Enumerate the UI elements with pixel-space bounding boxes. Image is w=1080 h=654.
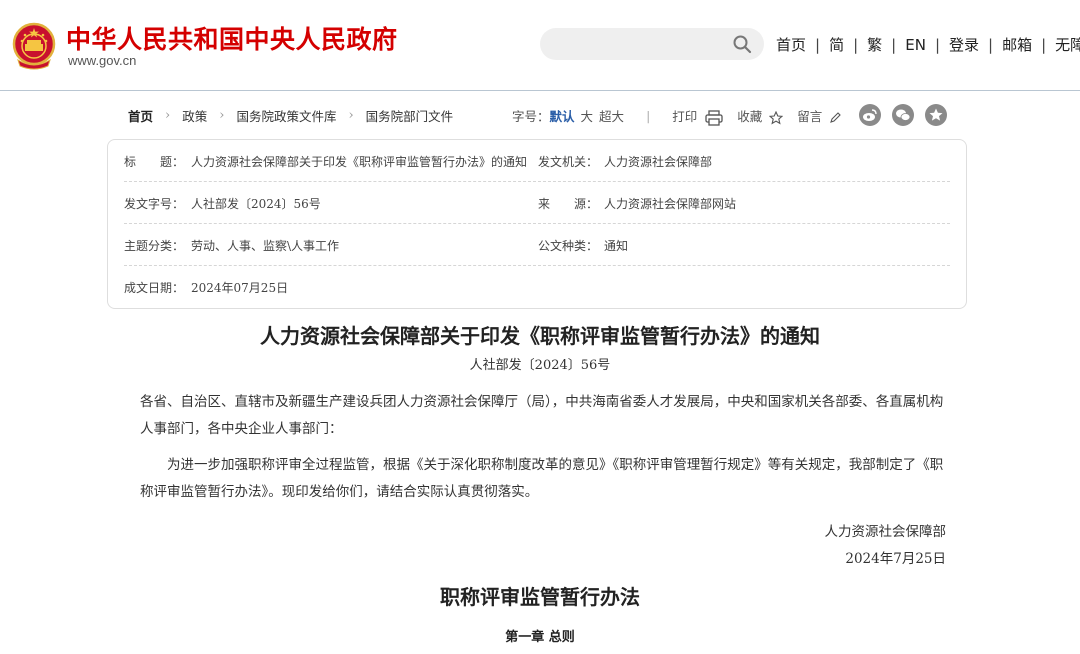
pencil-icon: [830, 111, 842, 123]
document-metadata-panel: 标 题： 人力资源社会保障部关于印发《职称评审监管暂行办法》的通知 发文机关： …: [107, 139, 967, 309]
comment-button[interactable]: 留言: [797, 106, 842, 125]
comment-label: 留言: [797, 109, 823, 125]
chevron-right-icon: ›: [219, 108, 225, 123]
national-emblem-icon[interactable]: [12, 22, 56, 70]
chapter-heading: 第一章 总则: [505, 630, 575, 645]
meta-category-value: 劳动、人事、监察\人事工作: [191, 239, 340, 253]
top-nav: 首页 | 简 | 繁 | EN | 登录 | 邮箱 | 无障碍: [776, 34, 1080, 55]
nav-divider: |: [934, 35, 940, 54]
star-icon[interactable]: [925, 104, 947, 126]
nav-login[interactable]: 登录: [949, 34, 979, 55]
nav-divider: |: [815, 35, 821, 54]
meta-source-value: 人力资源社会保障部网站: [604, 197, 737, 211]
meta-issuer-label: 发文机关：: [538, 155, 599, 169]
meta-category-label: 主题分类：: [124, 239, 185, 253]
nav-divider: |: [1041, 35, 1047, 54]
nav-home[interactable]: 首页: [776, 34, 806, 55]
meta-issuer-value: 人力资源社会保障部: [604, 155, 713, 169]
article-signer: 人力资源社会保障部: [824, 524, 947, 540]
site-url[interactable]: www.gov.cn: [68, 53, 136, 68]
nav-english[interactable]: EN: [905, 36, 926, 54]
meta-row-title: 标 题： 人力资源社会保障部关于印发《职称评审监管暂行办法》的通知 发文机关： …: [124, 140, 950, 182]
breadcrumb-policy[interactable]: 政策: [182, 106, 207, 125]
meta-row-docno: 发文字号： 人社部发〔2024〕56号 来 源： 人力资源社会保障部网站: [124, 182, 950, 224]
toolbar-divider: |: [646, 108, 651, 124]
meta-row-category: 主题分类： 劳动、人事、监察\人事工作 公文种类： 通知: [124, 224, 950, 266]
meta-docno-label: 发文字号：: [124, 197, 185, 211]
article-doc-number: 人社部发〔2024〕56号: [469, 358, 611, 373]
star-outline-icon: [768, 110, 784, 125]
article-title: 人力资源社会保障部关于印发《职称评审监管暂行办法》的通知: [260, 324, 820, 348]
meta-title-label: 标 题：: [124, 155, 185, 169]
font-size-xlarge[interactable]: 超大: [599, 106, 624, 125]
breadcrumb-department-docs[interactable]: 国务院部门文件: [366, 106, 454, 125]
nav-mail[interactable]: 邮箱: [1002, 34, 1032, 55]
meta-type-value: 通知: [604, 239, 629, 253]
nav-traditional[interactable]: 繁: [867, 34, 882, 55]
search-icon[interactable]: [732, 34, 752, 54]
meta-source-label: 来 源：: [538, 197, 599, 211]
site-title[interactable]: 中华人民共和国中央人民政府: [66, 20, 398, 56]
meta-date-label: 成文日期：: [124, 281, 185, 295]
font-size-default[interactable]: 默认: [550, 106, 575, 125]
article-recipients: 各省、自治区、直辖市及新疆生产建设兵团人力资源社会保障厅（局），中共海南省委人才…: [140, 394, 944, 437]
attachment-title: 职称评审监管暂行办法: [440, 585, 640, 609]
article-toolbar: 字号： 默认 大 超大 | 打印 收藏 留言 |: [512, 106, 890, 126]
meta-row-date: 成文日期： 2024年07月25日: [124, 266, 950, 307]
favorite-button[interactable]: 收藏: [737, 106, 784, 125]
weibo-icon[interactable]: [859, 104, 881, 126]
meta-title-value: 人力资源社会保障部关于印发《职称评审监管暂行办法》的通知: [191, 155, 528, 169]
nav-divider: |: [988, 35, 994, 54]
article-sign-date: 2024年7月25日: [845, 551, 946, 567]
search-input[interactable]: [540, 28, 764, 60]
chevron-right-icon: ›: [165, 108, 171, 123]
font-size-label: 字号：: [512, 109, 550, 125]
nav-simplified[interactable]: 简: [829, 34, 844, 55]
article-body-paragraph: 为进一步加强职称评审全过程监管，根据《关于深化职称制度改革的意见》《职称评审管理…: [140, 457, 944, 500]
meta-date-value: 2024年07月25日: [191, 281, 289, 295]
font-size-large[interactable]: 大: [581, 106, 594, 125]
site-header: 中华人民共和国中央人民政府 www.gov.cn 首页 | 简 | 繁 | EN…: [0, 0, 1080, 90]
breadcrumb-policy-library[interactable]: 国务院政策文件库: [236, 106, 336, 125]
meta-type-label: 公文种类：: [538, 239, 599, 253]
nav-accessibility[interactable]: 无障碍: [1055, 34, 1080, 55]
meta-docno-value: 人社部发〔2024〕56号: [191, 197, 321, 211]
breadcrumb-home[interactable]: 首页: [128, 106, 153, 125]
favorite-label: 收藏: [737, 109, 763, 125]
nav-divider: |: [853, 35, 859, 54]
print-label: 打印: [672, 109, 698, 124]
print-button[interactable]: 打印: [672, 106, 723, 126]
chevron-right-icon: ›: [348, 108, 354, 123]
printer-icon: [705, 109, 723, 126]
wechat-icon[interactable]: [892, 104, 914, 126]
nav-divider: |: [891, 35, 897, 54]
breadcrumb: 首页 › 政策 › 国务院政策文件库 › 国务院部门文件: [128, 106, 453, 125]
header-divider: [0, 90, 1080, 91]
